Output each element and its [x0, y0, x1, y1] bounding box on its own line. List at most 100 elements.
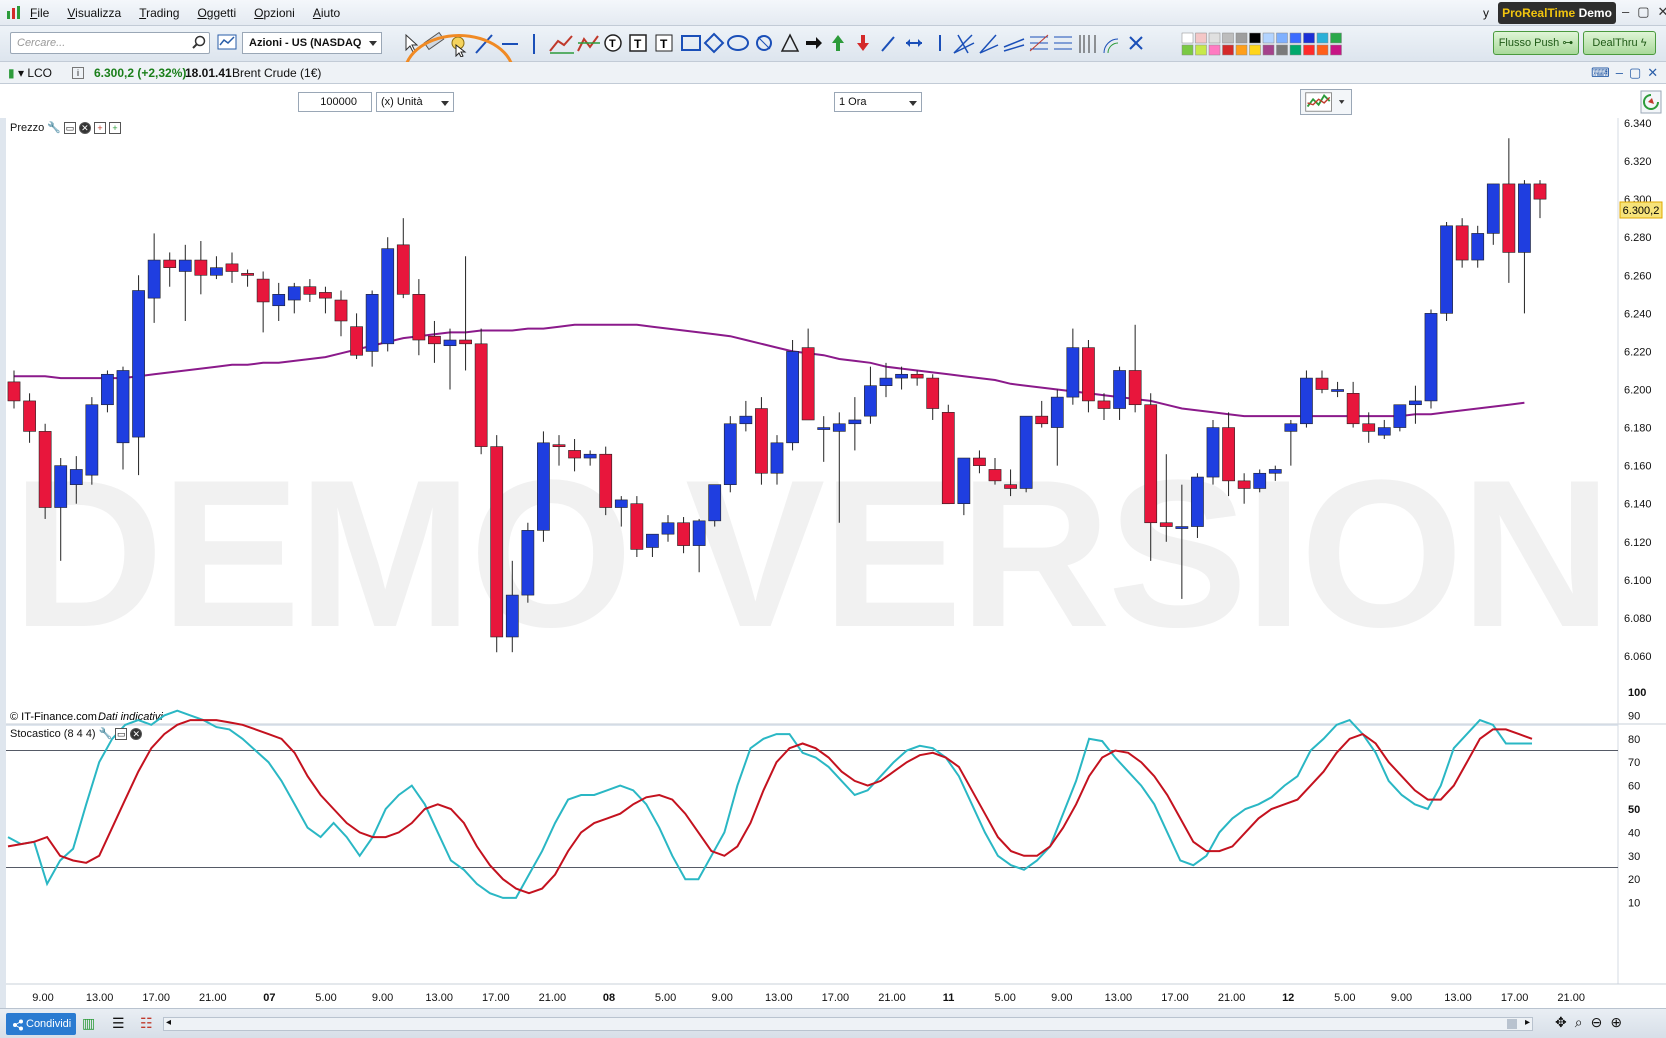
text-bubble-icon[interactable]: T [604, 34, 622, 52]
candle-body [692, 520, 706, 546]
dealthru-button[interactable]: DealThru ϟ [1583, 31, 1656, 55]
cross-tool-icon[interactable] [1129, 36, 1143, 50]
search-input[interactable]: Cercare... [10, 32, 210, 54]
search-icon[interactable] [192, 35, 206, 49]
arrow-up-green-icon[interactable] [832, 35, 844, 51]
candle-body [739, 415, 753, 425]
time-tick-label: 17.00 [142, 992, 170, 1004]
candle-body [1128, 370, 1142, 406]
horizontal-arrows-icon[interactable] [906, 39, 922, 47]
channel-tool-icon[interactable] [549, 35, 574, 54]
close-icon[interactable]: ✕ [1658, 4, 1666, 20]
candle-body [1222, 427, 1235, 482]
market-scanner-icon[interactable] [217, 33, 237, 53]
timeframe-select[interactable]: 1 Ora [834, 92, 922, 112]
window-icon[interactable]: ▭ [115, 727, 128, 740]
fibonacci-extension-icon[interactable] [1054, 36, 1072, 50]
list-icon[interactable]: ☰ [112, 1015, 125, 1032]
wrench-icon[interactable]: 🔧 [47, 121, 61, 134]
instrument-symbol[interactable]: ▮ ▾ LCO [8, 66, 52, 80]
add-green-icon[interactable]: + [108, 121, 121, 134]
menu-oggetti[interactable]: Oggetti [197, 6, 236, 20]
triangle-tool-icon[interactable] [780, 33, 800, 52]
stochastic-tick-label: 70 [1628, 757, 1640, 769]
add-indicator-icon[interactable]: + [93, 121, 106, 134]
zoom-in-icon[interactable]: ⊕ [1610, 1014, 1622, 1031]
brand-demo: Demo [1578, 6, 1612, 20]
arrow-down-red-icon[interactable] [857, 35, 869, 51]
flusso-push-button[interactable]: Flusso Push ⊶ [1493, 31, 1579, 55]
hand-tool-icon[interactable]: ✥ [1555, 1014, 1567, 1031]
text-box-icon[interactable]: T [655, 34, 673, 52]
candle-body [287, 286, 301, 301]
quantity-stepper[interactable]: 100000 [298, 92, 372, 112]
window-icon[interactable]: ▭ [63, 121, 76, 134]
brand-badge: ProRealTime Demo [1498, 2, 1616, 24]
menu-visualizza[interactable]: Visualizza [67, 6, 121, 20]
close-icon[interactable]: ✕ [78, 121, 91, 134]
market-select-value: Azioni - US (NASDAQ [249, 37, 362, 49]
gann-fan-icon[interactable] [979, 34, 999, 54]
order-book-icon[interactable]: ☷ [140, 1015, 153, 1032]
menu-file[interactable]: File [30, 6, 49, 20]
minimize-icon[interactable]: – [1616, 65, 1623, 81]
candle-body [23, 400, 36, 432]
time-tick-label: 21.00 [539, 992, 567, 1004]
wrench-icon[interactable]: 🔧 [99, 727, 113, 740]
horizontal-scrollbar[interactable]: ◂ ▸ [163, 1017, 1533, 1031]
regression-tool-icon[interactable] [577, 35, 600, 52]
zoom-area-icon[interactable]: ⌕ [1575, 1014, 1583, 1031]
maximize-icon[interactable]: ▢ [1637, 4, 1649, 20]
zoom-out-icon[interactable]: ⊖ [1591, 1014, 1603, 1031]
color-palette[interactable] [1180, 30, 1345, 58]
price-tick-label: 6.100 [1624, 575, 1652, 587]
candle-style-icon[interactable]: ▥ [82, 1015, 95, 1032]
fibonacci-fan-icon[interactable] [953, 34, 975, 54]
instrument-name: Brent Crude (1€) [232, 66, 322, 80]
price-pane-title[interactable]: Prezzo [10, 122, 44, 134]
scroll-thumb[interactable] [1507, 1019, 1517, 1029]
candle-body [1486, 183, 1500, 234]
fibonacci-arcs-icon[interactable] [1103, 38, 1119, 54]
pitchfork-icon[interactable] [1003, 38, 1025, 52]
time-tick-label: 12 [1282, 992, 1294, 1004]
ellipse-tool-icon[interactable] [727, 35, 749, 51]
segment-tool-icon[interactable] [881, 36, 895, 52]
fibonacci-retracement-icon[interactable] [1029, 34, 1049, 52]
price-tick-label: 6.080 [1624, 613, 1652, 625]
text-tool-icon[interactable]: T [629, 34, 647, 52]
unit-select[interactable]: (x) Unità [376, 92, 454, 112]
info-icon[interactable]: i [72, 67, 84, 79]
arrow-right-icon[interactable] [806, 37, 822, 49]
candle-body [1113, 370, 1126, 409]
market-select[interactable]: Azioni - US (NASDAQ [242, 32, 382, 54]
candle-body [1502, 183, 1516, 253]
stochastic-tick-label: 90 [1628, 710, 1640, 722]
minimize-icon[interactable]: – [1622, 4, 1629, 20]
palette-swatch [1276, 44, 1288, 56]
refresh-icon[interactable] [1640, 90, 1662, 114]
scroll-left-icon[interactable]: ◂ [166, 1017, 171, 1028]
diamond-tool-icon[interactable] [703, 32, 725, 54]
chart-area[interactable]: DEMO VERSION 6.3406.3206.3006.2806.2606.… [0, 118, 1666, 1008]
close-icon[interactable]: ✕ [130, 727, 143, 740]
keyboard-icon[interactable]: ⌨ [1591, 65, 1610, 81]
maximize-icon[interactable]: ▢ [1629, 65, 1641, 81]
scroll-right-icon[interactable]: ▸ [1525, 1017, 1530, 1028]
stochastic-pane-title[interactable]: Stocastico (8 4 4) [10, 728, 96, 740]
time-tick-label: 08 [603, 992, 615, 1004]
menu-aiuto[interactable]: Aiuto [313, 6, 340, 20]
candle-body [1284, 423, 1298, 432]
circle-cross-icon[interactable] [756, 35, 772, 51]
menu-trading[interactable]: Trading [139, 6, 179, 20]
close-icon[interactable]: ✕ [1647, 65, 1658, 81]
candle-body [864, 385, 877, 417]
rectangle-tool-icon[interactable] [681, 35, 701, 51]
price-axis [1618, 118, 1666, 984]
menu-opzioni[interactable]: Opzioni [254, 6, 295, 20]
svg-text:T: T [634, 37, 642, 51]
time-zones-icon[interactable] [1079, 35, 1096, 53]
candle-body [521, 530, 535, 596]
time-tick-label: 13.00 [425, 992, 453, 1004]
add-indicator-button[interactable] [1300, 89, 1352, 115]
